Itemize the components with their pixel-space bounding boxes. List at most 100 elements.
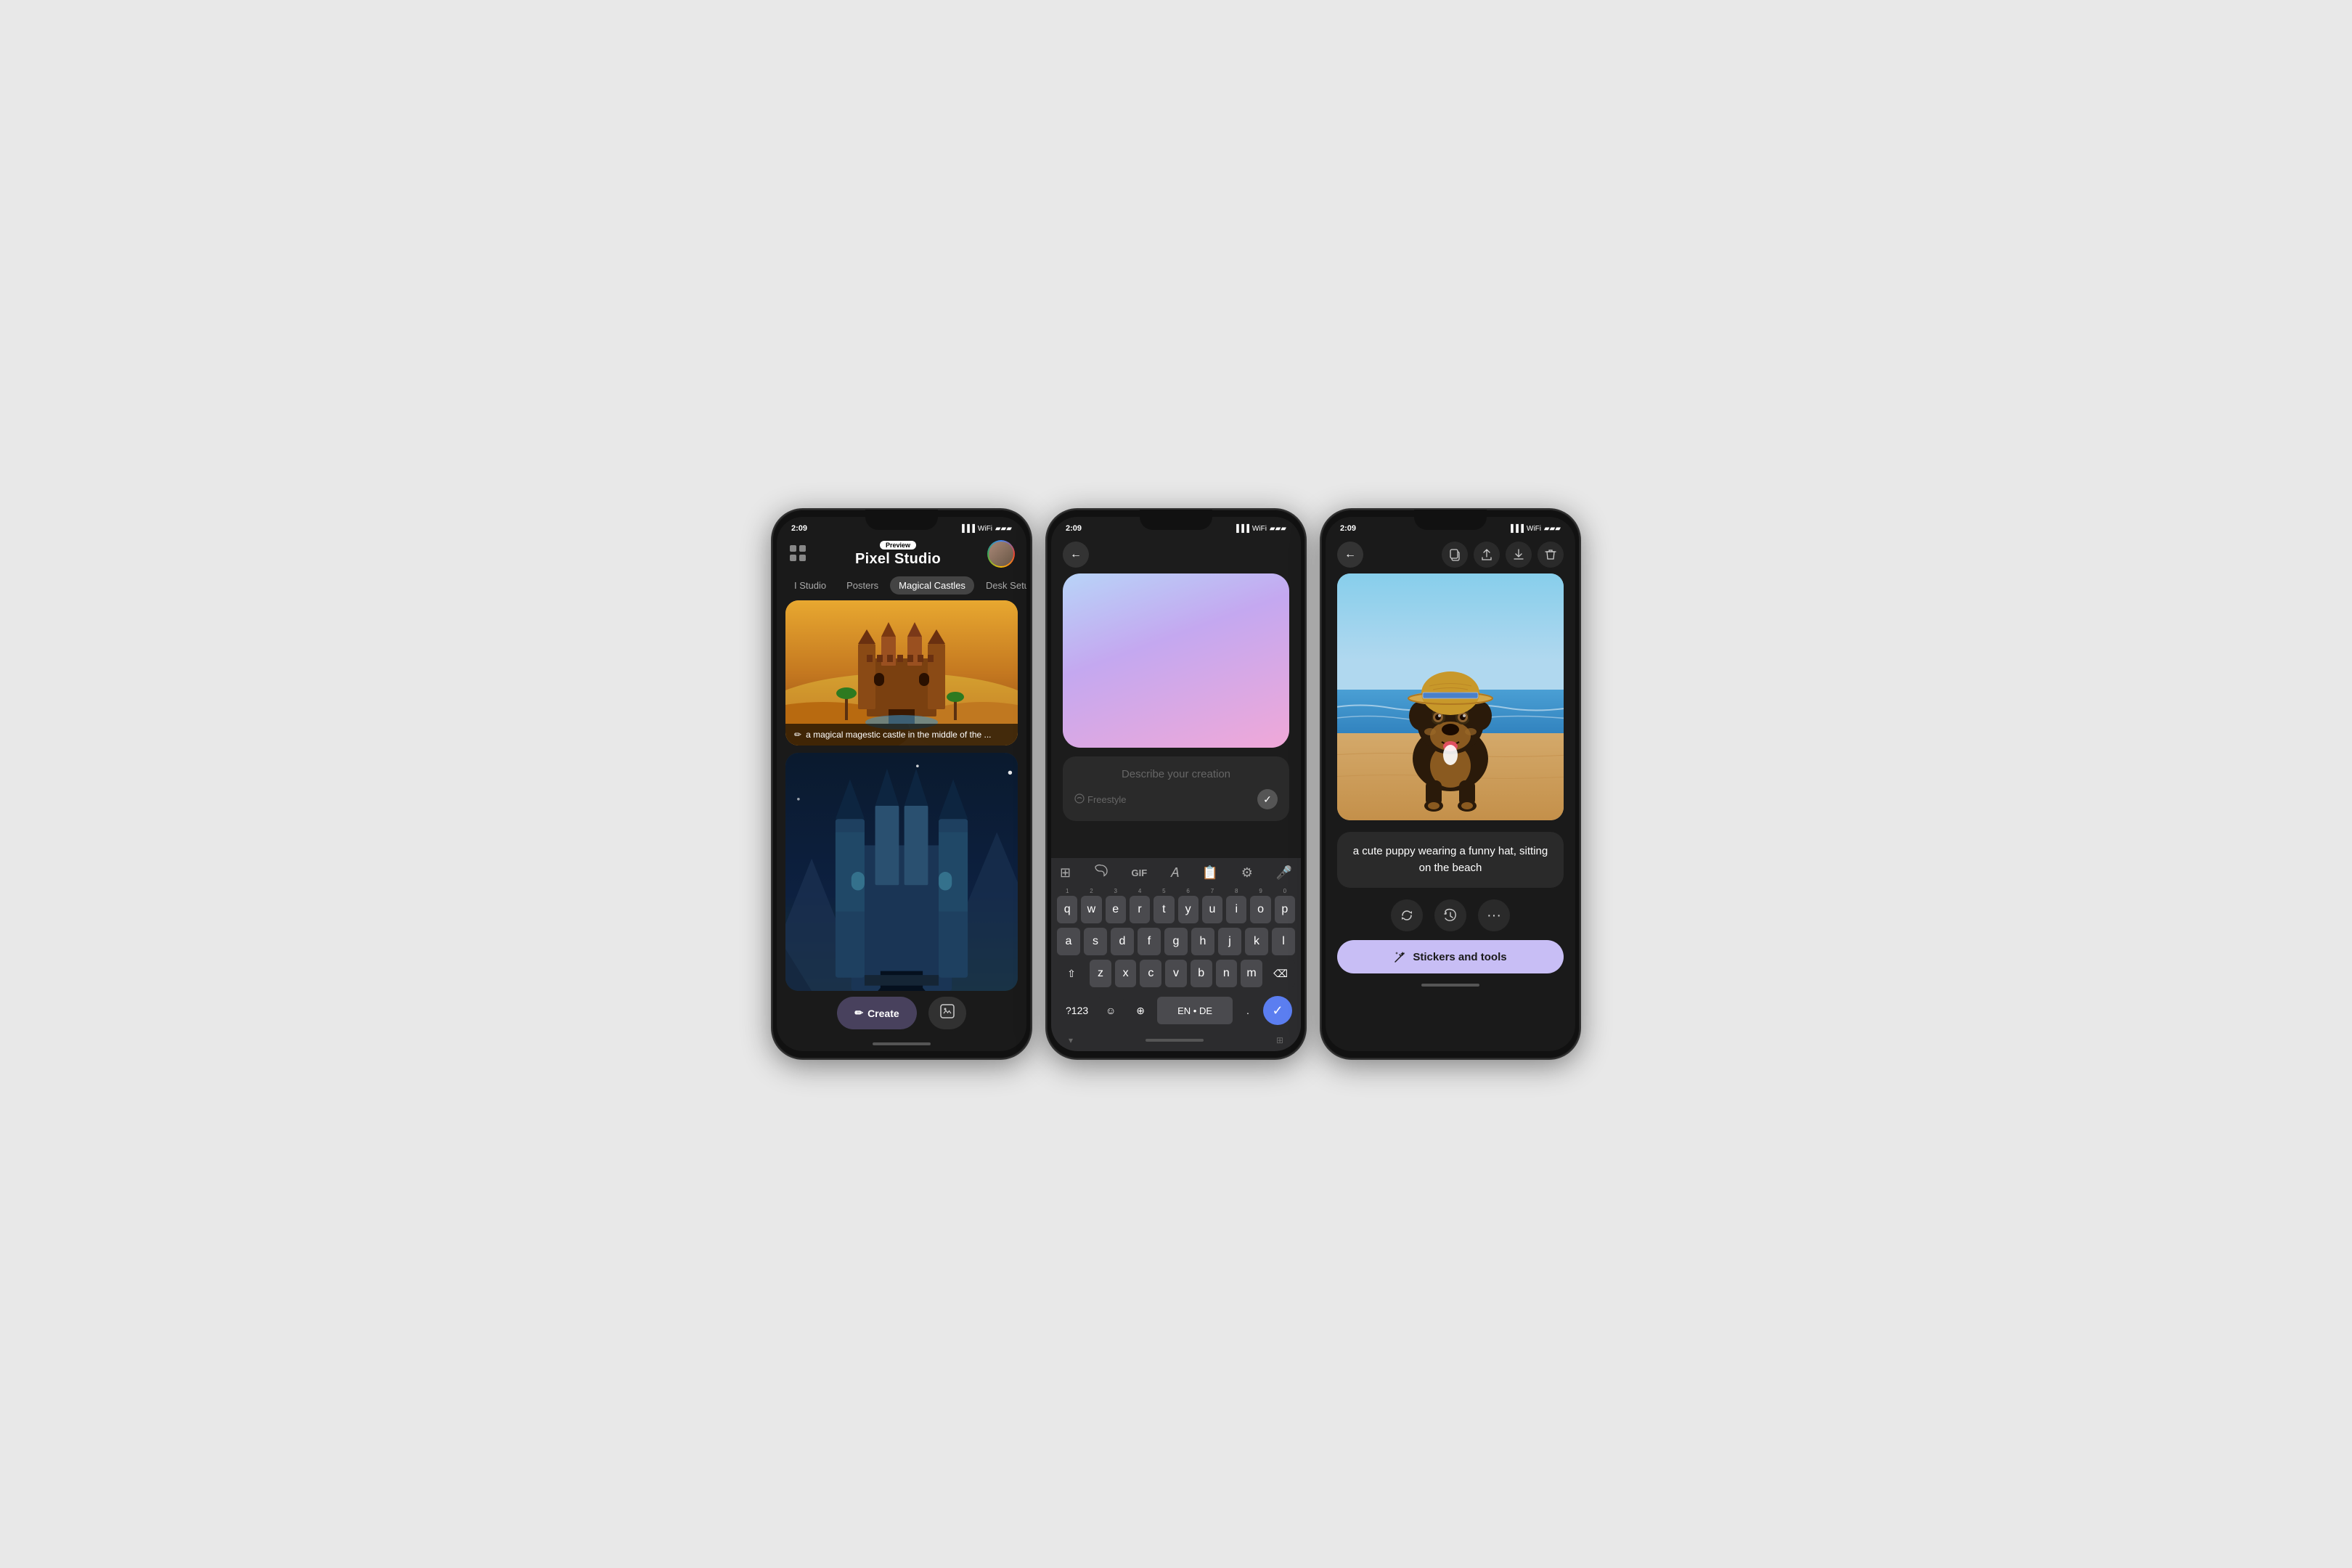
gradient-canvas <box>1063 573 1289 748</box>
back-button-2[interactable]: ← <box>1063 542 1089 568</box>
keyboard-apps-icon[interactable]: ⊞ <box>1060 865 1071 881</box>
key-row-1: q w e r t y u i o p <box>1057 896 1295 923</box>
caption-text-1: a magical magestic castle in the middle … <box>806 730 991 740</box>
key-m[interactable]: m <box>1241 960 1262 987</box>
key-t[interactable]: t <box>1153 896 1174 923</box>
key-l[interactable]: l <box>1272 928 1295 955</box>
key-i[interactable]: i <box>1226 896 1246 923</box>
phone3-header: ← <box>1326 537 1575 573</box>
wifi-icon-3: WiFi <box>1527 525 1541 533</box>
key-w[interactable]: w <box>1081 896 1101 923</box>
dog-image <box>1337 573 1564 820</box>
keyboard-chevron-down[interactable]: ▾ <box>1069 1035 1073 1045</box>
tabs-row: I Studio Posters Magical Castles Desk Se… <box>777 573 1026 600</box>
key-z[interactable]: z <box>1090 960 1111 987</box>
key-j[interactable]: j <box>1218 928 1241 955</box>
keyboard-sticker-icon[interactable] <box>1094 864 1108 882</box>
keyboard-clipboard-icon[interactable]: 📋 <box>1202 865 1218 881</box>
app-title: Pixel Studio <box>855 551 941 568</box>
keyboard-gif-button[interactable]: GIF <box>1132 867 1148 878</box>
add-image-button[interactable] <box>928 997 966 1029</box>
numbers-key[interactable]: ?123 <box>1060 997 1094 1024</box>
create-icon: ✏ <box>854 1007 863 1019</box>
phone-1-screen: 2:09 ▐▐▐ WiFi ▰▰▰ P <box>777 517 1026 1051</box>
keyboard-settings-icon[interactable]: ⚙ <box>1241 865 1253 881</box>
keyboard-font-icon[interactable]: 𝐴 <box>1170 865 1179 881</box>
history-button[interactable] <box>1434 899 1466 931</box>
tab-magical-castles[interactable]: Magical Castles <box>890 576 974 595</box>
more-options-button[interactable]: ··· <box>1478 899 1510 931</box>
key-e[interactable]: e <box>1106 896 1126 923</box>
wand-icon <box>1394 950 1407 963</box>
avatar[interactable] <box>987 540 1015 568</box>
time-3: 2:09 <box>1340 524 1356 533</box>
regenerate-button[interactable] <box>1391 899 1423 931</box>
preview-badge: Preview <box>880 541 916 550</box>
status-icons-3: ▐▐▐ WiFi ▰▰▰ <box>1508 525 1561 533</box>
key-y[interactable]: y <box>1178 896 1199 923</box>
status-bar-3: 2:09 ▐▐▐ WiFi ▰▰▰ <box>1326 517 1575 537</box>
space-key[interactable]: EN • DE <box>1157 997 1233 1024</box>
key-r[interactable]: r <box>1130 896 1150 923</box>
castle-image-1[interactable]: ✏ a magical magestic castle in the middl… <box>785 600 1018 746</box>
keyboard-toolbar: ⊞ GIF 𝐴 📋 ⚙ 🎤 <box>1057 864 1295 888</box>
share-button[interactable] <box>1474 542 1500 568</box>
signal-icon-3: ▐▐▐ <box>1508 525 1524 533</box>
period-key[interactable]: . <box>1236 997 1259 1024</box>
key-g[interactable]: g <box>1164 928 1188 955</box>
keyboard-bottom-row: ?123 ☺ ⊕ EN • DE . ✓ <box>1057 993 1295 1031</box>
key-q[interactable]: q <box>1057 896 1077 923</box>
delete-button[interactable] <box>1538 542 1564 568</box>
tab-posters[interactable]: Posters <box>838 576 887 595</box>
key-d[interactable]: d <box>1111 928 1134 955</box>
stickers-tools-button[interactable]: Stickers and tools <box>1337 940 1564 973</box>
battery-icon-3: ▰▰▰ <box>1544 525 1561 533</box>
signal-icon-2: ▐▐▐ <box>1234 525 1249 533</box>
tab-i-studio[interactable]: I Studio <box>785 576 835 595</box>
key-x[interactable]: x <box>1115 960 1137 987</box>
key-a[interactable]: a <box>1057 928 1080 955</box>
create-label: Create <box>867 1008 899 1019</box>
gallery-button[interactable] <box>788 544 809 564</box>
key-p[interactable]: p <box>1275 896 1295 923</box>
create-button[interactable]: ✏ Create <box>837 997 916 1029</box>
key-b[interactable]: b <box>1191 960 1212 987</box>
home-indicator-2 <box>1146 1039 1204 1042</box>
more-icon: ··· <box>1487 907 1501 924</box>
phone-container: 2:09 ▐▐▐ WiFi ▰▰▰ P <box>771 508 1581 1060</box>
key-f[interactable]: f <box>1138 928 1161 955</box>
globe-key[interactable]: ⊕ <box>1127 997 1153 1024</box>
number-hints-row: 1 2 3 4 5 6 7 8 9 0 <box>1057 888 1295 894</box>
describe-area[interactable]: Describe your creation Freestyle ✓ <box>1063 756 1289 821</box>
shift-key[interactable]: ⇧ <box>1057 960 1086 987</box>
key-s[interactable]: s <box>1084 928 1107 955</box>
status-icons-1: ▐▐▐ WiFi ▰▰▰ <box>960 525 1012 533</box>
back-button-3[interactable]: ← <box>1337 542 1363 568</box>
phone-2-screen: 2:09 ▐▐▐ WiFi ▰▰▰ ← Describe your creati… <box>1051 517 1301 1051</box>
keyboard: ⊞ GIF 𝐴 📋 ⚙ 🎤 1 2 3 <box>1051 858 1301 1051</box>
status-bar-1: 2:09 ▐▐▐ WiFi ▰▰▰ <box>777 517 1026 537</box>
key-u[interactable]: u <box>1202 896 1222 923</box>
keyboard-rows: q w e r t y u i o p a s <box>1057 896 1295 993</box>
key-v[interactable]: v <box>1165 960 1187 987</box>
key-h[interactable]: h <box>1191 928 1214 955</box>
prompt-bubble: a cute puppy wearing a funny hat, sittin… <box>1337 832 1564 888</box>
key-row-2: a s d f g h j k l <box>1057 928 1295 955</box>
keyboard-grid-icon[interactable]: ⊞ <box>1276 1035 1283 1045</box>
download-button[interactable] <box>1506 542 1532 568</box>
emoji-key[interactable]: ☺ <box>1098 997 1124 1024</box>
key-n[interactable]: n <box>1216 960 1238 987</box>
key-o[interactable]: o <box>1250 896 1270 923</box>
phone-1: 2:09 ▐▐▐ WiFi ▰▰▰ P <box>771 508 1032 1060</box>
header-action-icons <box>1442 542 1564 568</box>
key-k[interactable]: k <box>1245 928 1268 955</box>
keyboard-mic-icon[interactable]: 🎤 <box>1276 865 1292 881</box>
tab-desk-setups[interactable]: Desk Setups <box>977 576 1026 595</box>
castle-image-2[interactable] <box>785 753 1018 991</box>
confirm-key[interactable]: ✓ <box>1263 996 1292 1025</box>
backspace-key[interactable]: ⌫ <box>1266 960 1295 987</box>
confirm-button[interactable]: ✓ <box>1257 789 1278 809</box>
copy-button[interactable] <box>1442 542 1468 568</box>
phone-3-screen: 2:09 ▐▐▐ WiFi ▰▰▰ ← <box>1326 517 1575 1051</box>
key-c[interactable]: c <box>1140 960 1161 987</box>
